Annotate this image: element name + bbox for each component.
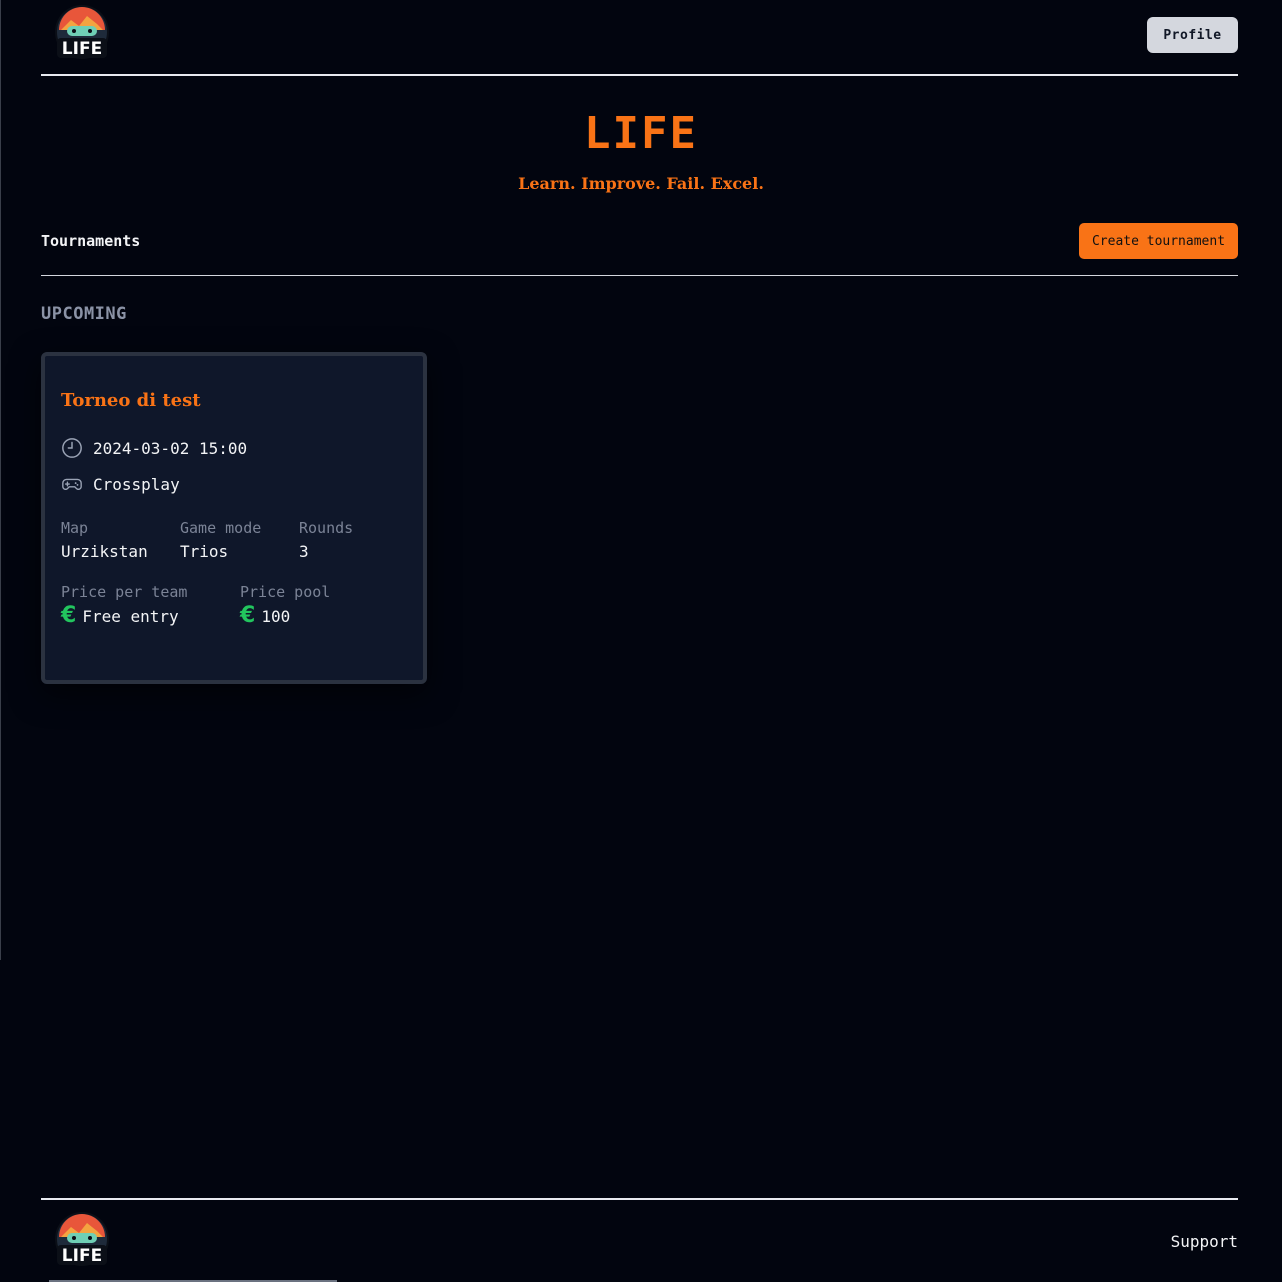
price-pool-field: Price pool € 100 [240,583,331,628]
euro-icon: € [240,603,256,628]
footer-life-logo[interactable]: LIFE [53,1211,111,1271]
map-value: Urzikstan [61,542,148,561]
create-tournament-button[interactable]: Create tournament [1079,223,1238,259]
price-per-team-field: Price per team € Free entry [61,583,240,628]
game-mode-field: Game mode Trios [180,519,299,561]
logo-emblem-icon: LIFE [55,1212,109,1266]
tournament-datetime-row: 2024-03-02 15:00 [61,437,247,459]
rounds-field: Rounds 3 [299,519,353,561]
hero-title: LIFE [584,108,698,159]
svg-text:LIFE: LIFE [62,1246,102,1266]
price-per-team-value-row: € Free entry [61,603,240,628]
rounds-value: 3 [299,542,309,561]
rounds-label: Rounds [299,519,354,537]
price-per-team-label: Price per team [61,583,188,601]
tournament-prices: Price per team € Free entry Price pool €… [61,583,331,628]
footer: LIFE Support [41,1198,1238,1282]
svg-text:LIFE: LIFE [62,39,102,59]
support-link[interactable]: Support [1171,1232,1238,1251]
tournament-platform: Crossplay [93,474,180,494]
gamepad-icon [62,478,82,490]
clock-icon [62,438,82,458]
map-field: Map Urzikstan [61,519,180,561]
hero-tagline: Learn. Improve. Fail. Excel. [518,174,764,193]
game-mode-value: Trios [180,542,229,561]
tournament-platform-row: Crossplay [61,473,180,495]
game-mode-label: Game mode [180,519,262,537]
life-logo[interactable]: LIFE [53,4,111,64]
euro-icon: € [61,603,77,628]
tournament-name: Torneo di test [61,390,201,411]
profile-button[interactable]: Profile [1147,17,1238,53]
top-header: LIFE Profile [41,0,1238,76]
tournament-datetime: 2024-03-02 15:00 [93,438,248,458]
price-pool-value: 100 [261,606,291,626]
tournaments-section-bar: Tournaments Create tournament [41,222,1238,276]
price-pool-label: Price pool [240,583,331,601]
price-per-team-value: Free entry [82,606,179,626]
map-label: Map [61,519,89,537]
tournament-card[interactable]: Torneo di test 2024-03-02 15:00 Crosspla… [41,352,427,684]
logo-emblem-icon: LIFE [55,5,109,59]
price-pool-value-row: € 100 [240,603,330,628]
tournament-details: Map Urzikstan Game mode Trios Rounds 3 [61,519,353,561]
section-title: Tournaments [41,232,141,250]
upcoming-heading: UPCOMING [41,304,127,324]
